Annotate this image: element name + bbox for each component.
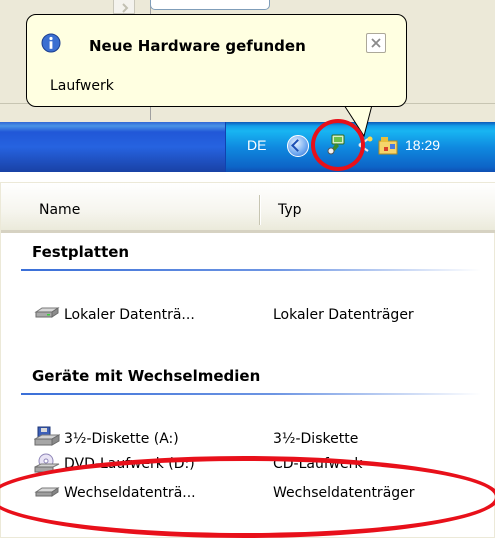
clock[interactable]: 18:29 [405, 137, 440, 153]
info-icon [41, 33, 61, 53]
highlight-circle [311, 119, 365, 171]
notification-balloon[interactable]: Neue Hardware gefunden Laufwerk [26, 14, 407, 107]
list-item-type: Lokaler Datenträger [273, 307, 414, 323]
close-button[interactable] [366, 33, 386, 53]
language-indicator[interactable]: DE [247, 137, 266, 153]
list-item-type: 3½-Diskette [273, 431, 359, 447]
scroll-right-arrow[interactable] [113, 0, 135, 14]
group-title-hard-disks: Festplatten [32, 243, 130, 261]
hard-disk-icon [34, 307, 60, 318]
column-header-type[interactable]: Typ [278, 202, 302, 218]
show-hidden-icons-button[interactable] [287, 135, 309, 157]
folder-tray-icon[interactable] [376, 133, 400, 157]
background-tab [150, 0, 270, 10]
column-divider[interactable] [259, 195, 261, 225]
close-icon [371, 38, 381, 48]
group-title-removable-media: Geräte mit Wechselmedien [32, 367, 261, 385]
group-divider [21, 393, 481, 395]
column-header-name[interactable]: Name [39, 202, 80, 218]
list-item-name[interactable]: 3½-Diskette (A:) [64, 431, 179, 447]
highlight-ellipse [0, 456, 495, 538]
group-divider [21, 269, 481, 271]
notification-message: Laufwerk [50, 78, 114, 94]
list-item-name[interactable]: Lokaler Datenträ... [64, 307, 195, 323]
column-header-bar: Name Typ [1, 183, 495, 233]
taskbar-notification-panel: DE 18:29 Neue Hardware gefunden Laufwerk [0, 0, 495, 172]
notification-title: Neue Hardware gefunden [89, 37, 306, 55]
floppy-drive-icon [34, 426, 60, 446]
